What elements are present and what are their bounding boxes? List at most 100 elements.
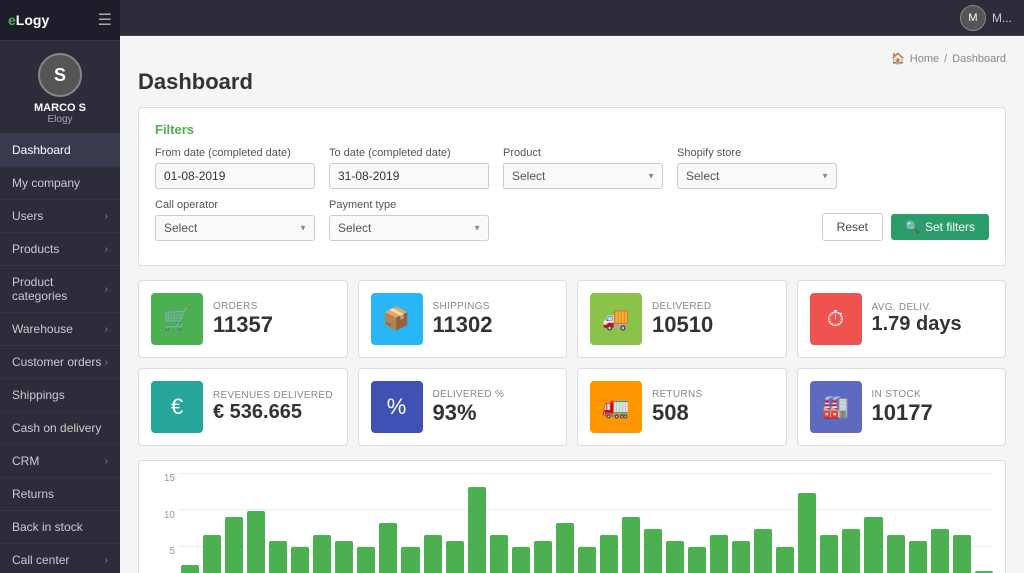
shopify-store-label: Shopify store: [677, 147, 837, 159]
sidebar-item-shippings[interactable]: Shippings: [0, 379, 120, 412]
chart-bar: [357, 547, 375, 573]
chart-section: 15105: [138, 460, 1006, 573]
kpi-info-delivered: DELIVERED10510: [652, 301, 713, 338]
chart-bar: [600, 535, 618, 573]
to-date-input[interactable]: [329, 163, 489, 189]
kpi-card-avg_deliv: ⏱AVG. DELIV.1.79 days: [797, 280, 1007, 358]
content-area: 🏠 Home / Dashboard Dashboard Filters Fro…: [120, 36, 1024, 573]
sidebar-item-warehouse[interactable]: Warehouse ›: [0, 313, 120, 346]
product-select-wrapper: Select: [503, 163, 663, 189]
chart-bar: [776, 547, 794, 573]
sidebar-item-my-company[interactable]: My company: [0, 167, 120, 200]
payment-type-select[interactable]: Select: [329, 215, 489, 241]
kpi-info-in_stock: IN STOCK10177: [872, 389, 933, 426]
chart-bar: [225, 517, 243, 573]
chart-container: 15105: [151, 473, 993, 573]
kpi-card-delivered_pct: %DELIVERED %93%: [358, 368, 568, 446]
sidebar-item-customer-orders[interactable]: Customer orders›: [0, 346, 120, 379]
sidebar-item-label: Users: [12, 209, 43, 223]
chart-y-label: 15: [164, 473, 175, 484]
chevron-right-icon: ›: [105, 324, 108, 335]
call-operator-group: Call operator Select: [155, 199, 315, 241]
chart-bar: [291, 547, 309, 573]
shopify-store-select[interactable]: Select: [677, 163, 837, 189]
chart-bar: [710, 535, 728, 573]
chevron-right-icon: ›: [105, 244, 108, 255]
chart-bar: [578, 547, 596, 573]
topbar: M M...: [120, 0, 1024, 36]
sidebar-item-crm[interactable]: CRM ›: [0, 445, 120, 478]
avatar: S: [38, 53, 82, 97]
chart-bar: [512, 547, 530, 573]
sidebar-item-cash-on-delivery[interactable]: Cash on delivery: [0, 412, 120, 445]
chart-bar: [556, 523, 574, 573]
shopify-store-group: Shopify store Select: [677, 147, 837, 189]
sidebar-item-label: Warehouse: [12, 322, 73, 336]
chevron-right-icon: ›: [105, 555, 108, 566]
chart-bar: [424, 535, 442, 573]
filters-title: Filters: [155, 122, 989, 137]
reset-button[interactable]: Reset: [822, 213, 883, 241]
chart-bar: [887, 535, 905, 573]
chart-bar: [666, 541, 684, 573]
kpi-card-shippings: 📦 SHIPPINGS11302: [358, 280, 568, 358]
sidebar-item-label: Call center: [12, 553, 69, 567]
page-title: Dashboard: [138, 69, 1006, 95]
chart-bar: [468, 487, 486, 573]
chart-bars: [181, 481, 993, 573]
filters-row-1: From date (completed date) To date (comp…: [155, 147, 989, 189]
chart-bar: [401, 547, 419, 573]
chart-bar: [864, 517, 882, 573]
sidebar-item-call-center[interactable]: Call center ›: [0, 544, 120, 573]
filters-row-2: Call operator Select Payment type Select: [155, 199, 989, 241]
chevron-right-icon: ›: [105, 211, 108, 222]
sidebar-item-label: Customer orders: [12, 355, 101, 369]
call-operator-label: Call operator: [155, 199, 315, 211]
sidebar-item-label: My company: [12, 176, 80, 190]
user-profile-section: S MARCO S Elogy: [0, 41, 120, 134]
sidebar-item-label: Shippings: [12, 388, 65, 402]
chart-bar: [909, 541, 927, 573]
search-icon: 🔍: [905, 220, 920, 234]
breadcrumb-home: Home: [910, 53, 939, 65]
sidebar-item-returns[interactable]: Returns: [0, 478, 120, 511]
set-filters-button[interactable]: 🔍 Set filters: [891, 214, 989, 240]
chart-bar: [313, 535, 331, 573]
kpi-grid: 🛒ORDERS11357📦SHIPPINGS11302🚚DELIVERED105…: [138, 280, 1006, 446]
kpi-icon-revenues: €: [151, 381, 203, 433]
kpi-value-orders: 11357: [213, 312, 273, 338]
product-group: Product Select: [503, 147, 663, 189]
chart-bar: [490, 535, 508, 573]
chevron-right-icon: ›: [105, 456, 108, 467]
kpi-label-returns: RETURNS: [652, 389, 702, 400]
sidebar-item-product-categories[interactable]: Product categories›: [0, 266, 120, 313]
user-company: Elogy: [47, 114, 72, 125]
breadcrumb-separator: /: [944, 53, 947, 65]
sidebar-item-products[interactable]: Products›: [0, 233, 120, 266]
call-operator-select[interactable]: Select: [155, 215, 315, 241]
kpi-icon-delivered: 🚚: [590, 293, 642, 345]
chart-y-axis: 15105: [151, 473, 179, 573]
sidebar-item-dashboard[interactable]: Dashboard: [0, 134, 120, 167]
topbar-avatar: M: [960, 5, 986, 31]
kpi-value-returns: 508: [652, 400, 702, 426]
sidebar-item-users[interactable]: Users ›: [0, 200, 120, 233]
product-select[interactable]: Select: [503, 163, 663, 189]
sidebar-item-label: CRM: [12, 454, 39, 468]
from-date-group: From date (completed date): [155, 147, 315, 189]
kpi-value-shippings: 11302: [433, 312, 493, 338]
sidebar-item-back-in-stock[interactable]: Back in stock: [0, 511, 120, 544]
hamburger-icon[interactable]: ☰: [98, 10, 112, 30]
topbar-username: M...: [992, 11, 1012, 25]
from-date-input[interactable]: [155, 163, 315, 189]
chart-bar: [203, 535, 221, 573]
chart-bar: [798, 493, 816, 573]
chart-bar: [446, 541, 464, 573]
set-filters-label: Set filters: [925, 220, 975, 234]
user-name: MARCO S: [34, 102, 86, 114]
chart-bar: [622, 517, 640, 573]
chart-bar: [181, 565, 199, 573]
kpi-icon-shippings: 📦: [371, 293, 423, 345]
kpi-label-shippings: SHIPPINGS: [433, 301, 493, 312]
logo: eLogy: [8, 12, 49, 28]
